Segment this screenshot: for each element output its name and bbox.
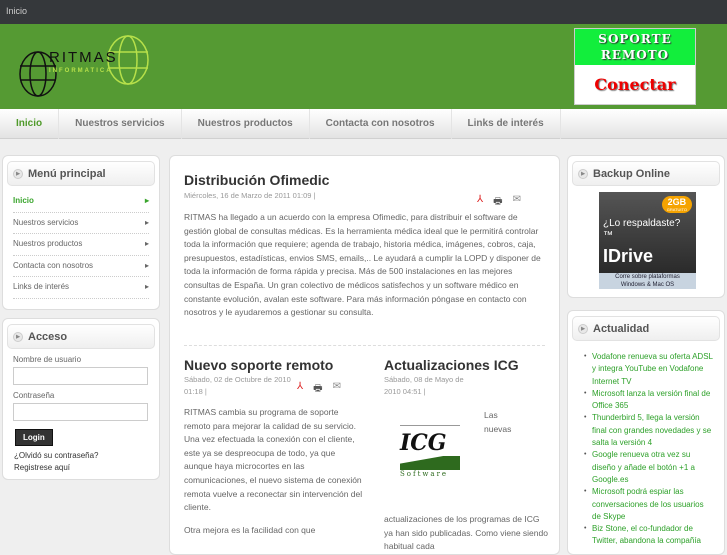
login-button[interactable]: Login: [15, 429, 53, 446]
email-icon[interactable]: ✉: [333, 381, 341, 398]
main-menu-box: ▶ Menú principal Inicio ▸ Nuestros servici…: [2, 155, 160, 310]
nav-inicio[interactable]: Inicio: [0, 109, 60, 139]
article-date: Sábado, 08 de Mayo de 2010 04:51 |: [384, 375, 464, 396]
backup-box: ▶ Backup Online 2GB GRATUITO ¿Lo respaldas…: [567, 155, 725, 298]
logo[interactable]: RITMAS INFORMATICA: [16, 32, 156, 102]
forgot-password-link[interactable]: ¿Olvidó su contraseña?: [14, 450, 148, 462]
arrow-icon: ▶: [13, 168, 23, 179]
register-link[interactable]: Registrese aquí: [14, 462, 148, 474]
login-title: Acceso: [28, 330, 68, 343]
arrow-icon: ▶: [578, 323, 588, 334]
header: RITMAS INFORMATICA SOPORTE REMOTO Conecta…: [0, 24, 727, 109]
print-icon[interactable]: 🖶: [313, 381, 322, 398]
article-title[interactable]: Distribución Ofimedic: [184, 172, 546, 188]
news-item[interactable]: Google renueva otra vez su diseño y añad…: [584, 449, 714, 486]
nav-productos[interactable]: Nuestros productos: [182, 109, 310, 139]
main-nav: Inicio Nuestros servicios Nuestros produ…: [0, 109, 727, 139]
chevron-right-icon: ▸: [144, 217, 149, 227]
article-body: RITMAS ha llegado a un acuerdo con la em…: [184, 212, 541, 318]
globe-icon: [19, 35, 149, 97]
breadcrumb-inicio[interactable]: Inicio: [6, 6, 27, 16]
pdf-icon[interactable]: ⅄: [477, 194, 483, 211]
news-item[interactable]: Microsoft lanza la versión final de Offi…: [584, 388, 714, 413]
article-date: Sábado, 02 de Octubre de 2010 01:18 |: [184, 375, 291, 396]
menu-item-links[interactable]: Links de interés ▸: [13, 277, 149, 299]
news-item[interactable]: Biz Stone, el co-fundador de Twitter, ab…: [584, 523, 714, 548]
email-icon[interactable]: ✉: [513, 194, 521, 211]
password-label: Contraseña: [13, 391, 55, 400]
logo-title: RITMAS: [49, 49, 118, 66]
article-title[interactable]: Nuevo soporte remoto: [184, 357, 364, 373]
menu-title: Menú principal: [28, 167, 106, 180]
login-box: ▶ Acceso Nombre de usuario Contraseña Log…: [2, 318, 160, 480]
banner-line1: SOPORTE: [598, 32, 672, 46]
remote-support-banner[interactable]: SOPORTE REMOTO Conectar: [574, 28, 696, 105]
password-input[interactable]: [13, 403, 148, 421]
nav-contacto[interactable]: Contacta con nosotros: [310, 109, 452, 139]
article-title[interactable]: Actualizaciones ICG: [384, 357, 549, 373]
username-label: Nombre de usuario: [13, 355, 82, 364]
nav-links[interactable]: Links de interés: [452, 109, 561, 139]
pdf-icon[interactable]: ⅄: [297, 381, 303, 398]
article-body: actualizaciones de los programas de ICG …: [384, 514, 548, 552]
chevron-right-icon: ▸: [144, 196, 149, 205]
article-body: RITMAS cambia su programa de soporte rem…: [184, 407, 363, 513]
icg-logo: ICG Software: [400, 425, 460, 491]
news-item[interactable]: Thunderbird 5, llega la versión final co…: [584, 412, 714, 449]
chevron-right-icon: ▸: [144, 239, 149, 248]
username-input[interactable]: [13, 367, 148, 385]
chevron-right-icon: ▸: [144, 260, 149, 270]
nav-servicios[interactable]: Nuestros servicios: [59, 109, 182, 139]
news-item[interactable]: Vodafone renueva su oferta ADSL y integr…: [584, 351, 714, 388]
menu-item-productos[interactable]: Nuestros productos ▸: [13, 234, 149, 256]
arrow-icon: ▶: [13, 331, 23, 342]
article: Actualizaciones ICG Sábado, 08 de Mayo d…: [384, 357, 549, 554]
arrow-icon: ▶: [578, 168, 588, 179]
print-icon[interactable]: 🖶: [493, 194, 502, 211]
connect-button[interactable]: Conectar: [575, 65, 695, 94]
menu-item-contacto[interactable]: Contacta con nosotros ▸: [13, 256, 149, 277]
top-bar: Inicio: [0, 0, 727, 24]
chevron-right-icon: ▸: [144, 282, 149, 291]
news-item[interactable]: Microsoft podrá espiar las conversacione…: [584, 486, 714, 523]
article-body: Las nuevas: [484, 410, 512, 434]
article-body: Otra mejora es la facilidad con que: [184, 524, 316, 535]
idrive-ad[interactable]: 2GB GRATUITO ¿Lo respaldaste?™ IDrive Cor…: [599, 192, 696, 289]
news-box: ▶ Actualidad Vodafone renueva su oferta A…: [567, 310, 725, 555]
logo-subtitle: INFORMATICA: [49, 68, 113, 74]
backup-title: Backup Online: [593, 167, 671, 180]
menu-item-inicio[interactable]: Inicio ▸: [13, 191, 149, 213]
content-area: Distribución Ofimedic Miércoles, 16 de M…: [169, 155, 560, 555]
menu-item-servicios[interactable]: Nuestros servicios ▸: [13, 213, 149, 234]
banner-line2: REMOTO: [600, 48, 670, 62]
news-title: Actualidad: [593, 322, 650, 335]
